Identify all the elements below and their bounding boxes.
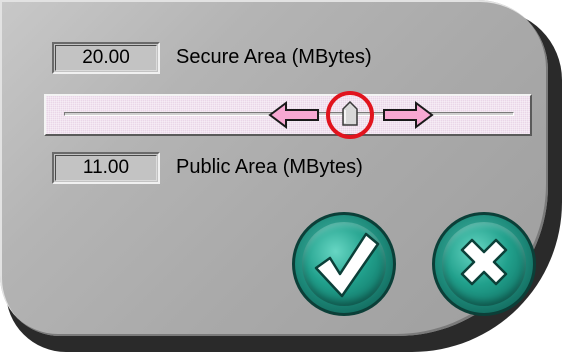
checkmark-icon — [314, 232, 380, 298]
close-x-icon — [460, 238, 508, 286]
secure-area-label: Secure Area (MBytes) — [176, 46, 372, 68]
arrow-right-icon — [383, 101, 434, 129]
thumb-highlight-ring — [326, 91, 374, 139]
secure-area-value-inner-border — [55, 45, 157, 71]
ok-button[interactable] — [292, 212, 396, 316]
public-area-value-inner-border — [55, 155, 157, 181]
cancel-button[interactable] — [432, 212, 536, 316]
arrow-left-icon — [268, 101, 319, 129]
stage: 20.00 Secure Area (MBytes) 11.00 Public … — [0, 0, 568, 356]
partition-dialog: 20.00 Secure Area (MBytes) 11.00 Public … — [0, 0, 548, 336]
public-area-label: Public Area (MBytes) — [176, 156, 363, 178]
public-area-value-field[interactable]: 11.00 — [52, 152, 160, 184]
secure-area-value-field[interactable]: 20.00 — [52, 42, 160, 74]
